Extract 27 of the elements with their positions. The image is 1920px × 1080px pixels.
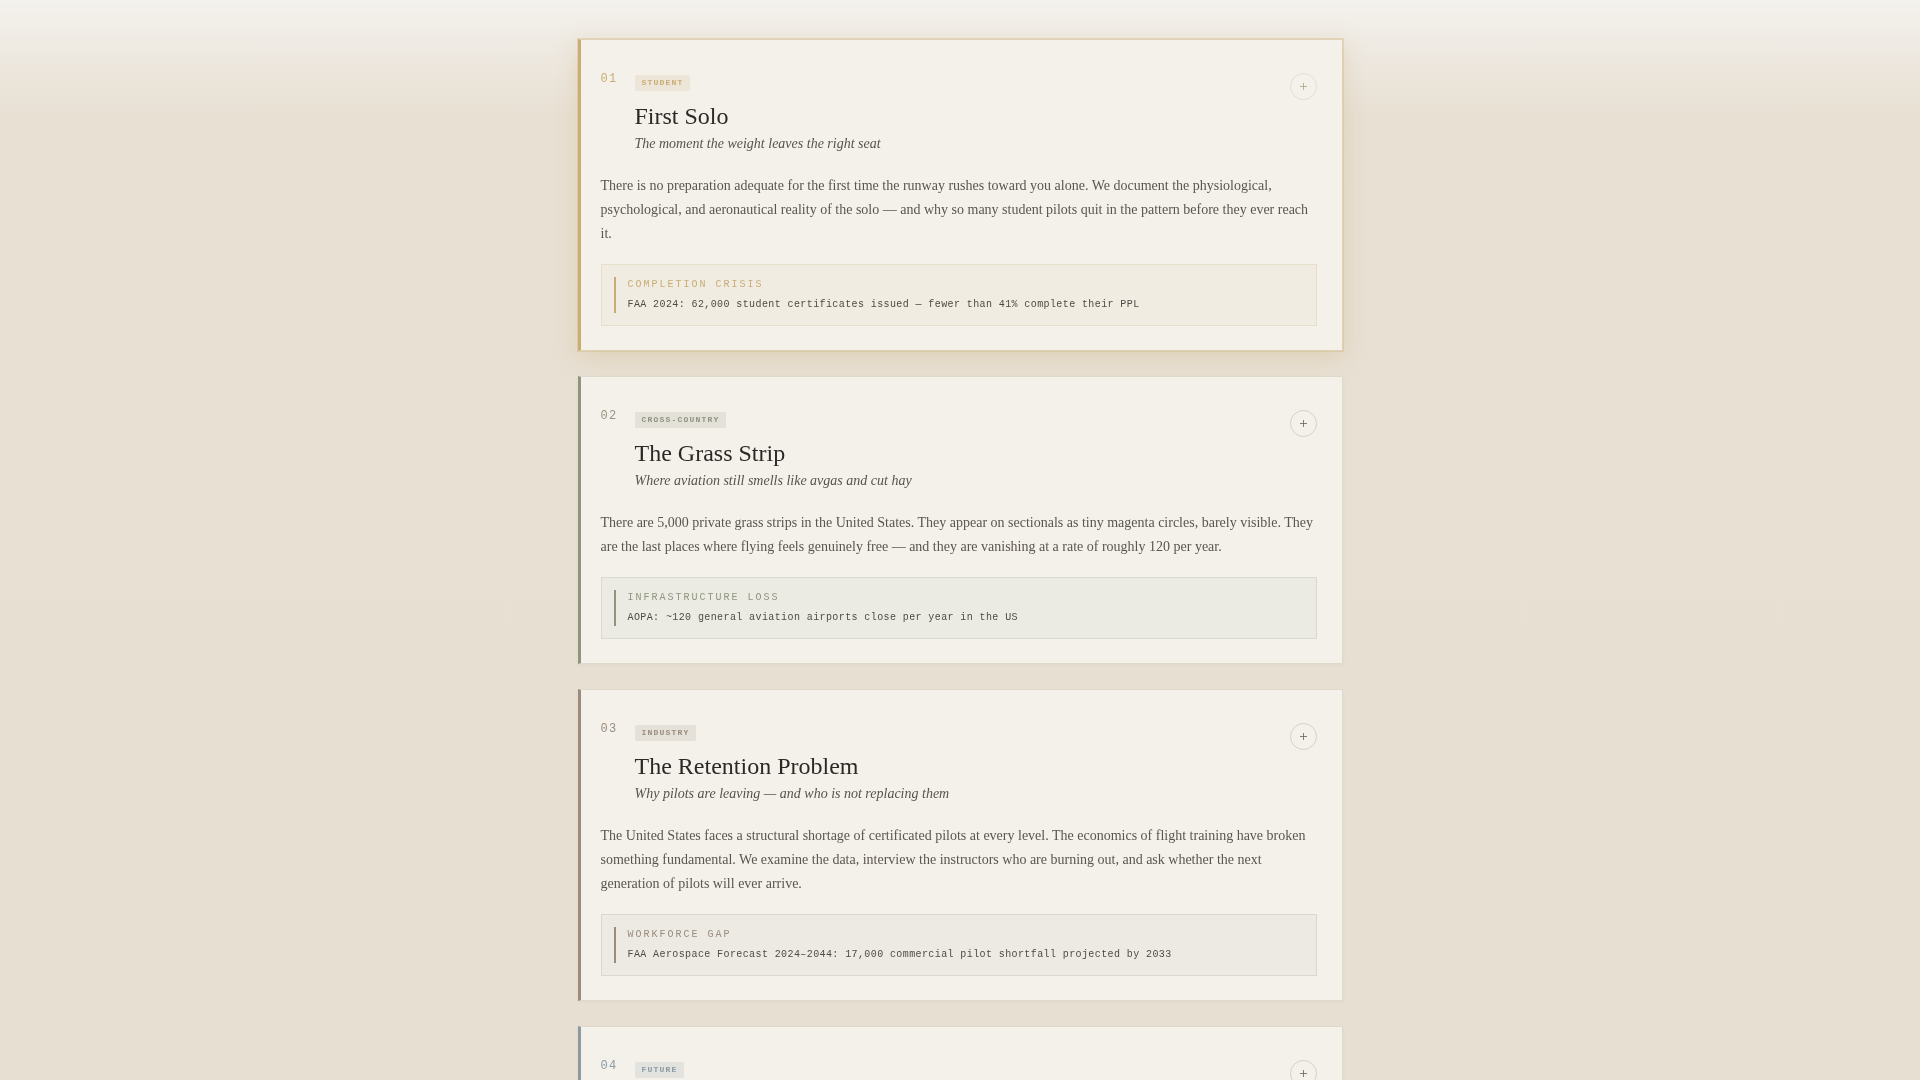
stat-label: INFRASTRUCTURE LOSS (627, 591, 781, 605)
stat-label: COMPLETION CRISIS (627, 278, 765, 292)
plus-icon (1299, 1070, 1307, 1077)
item-number: 02 (600, 408, 619, 424)
plus-icon (1299, 733, 1307, 740)
card-description: There is no preparation adequate for the first time the runway rushes toward you alone. We document the physiological, psychological, and aeronautical reality of the solo — and why so many student pilots quit in the pattern before they ever reach it. (600, 177, 1310, 243)
item-number: 03 (600, 721, 619, 737)
category-tag: INDUSTRY (634, 725, 696, 741)
card-description: There are 5,000 private grass strips in the United States. They appear on sectionals as tiny magenta circles, barely visible. They are the last places where flying feels genuinely free — and they are vanishing at a rate of roughly 120 per year. (600, 514, 1314, 556)
card-subtitle: The moment the weight leaves the right seat (634, 135, 881, 153)
card-title: First Solo (634, 102, 729, 131)
category-tag: CROSS-COUNTRY (634, 412, 726, 428)
card-description: The United States faces a structural shortage of certificated pilots at every level. The economics of flight training have broken something fundamental. We examine the data, interview the instructors who are burning out, and ask whether the next generation of pilots will ever arrive. (600, 827, 1307, 893)
category-tag: STUDENT (634, 75, 690, 91)
category-tag: FUTURE (634, 1062, 684, 1078)
stat-label: WORKFORCE GAP (627, 928, 733, 942)
plus-icon (1299, 83, 1307, 90)
card-subtitle: Why pilots are leaving — and who is not replacing them (634, 785, 950, 803)
stat-value: FAA Aerospace Forecast 2024–2044: 17,000 commercial pilot shortfall projected by 2033 (627, 948, 1173, 962)
item-number: 01 (600, 71, 619, 87)
plus-icon (1299, 420, 1307, 427)
item-number: 04 (600, 1058, 619, 1074)
card-title: The Retention Problem (634, 752, 859, 781)
card-title: The Grass Strip (634, 439, 786, 468)
stat-value: FAA 2024: 62,000 student certificates issued — fewer than 41% complete their PPL (627, 298, 1141, 312)
card-subtitle: Where aviation still smells like avgas and cut hay (634, 472, 912, 490)
stat-value: AOPA: ~120 general aviation airports close per year in the US (627, 611, 1019, 625)
